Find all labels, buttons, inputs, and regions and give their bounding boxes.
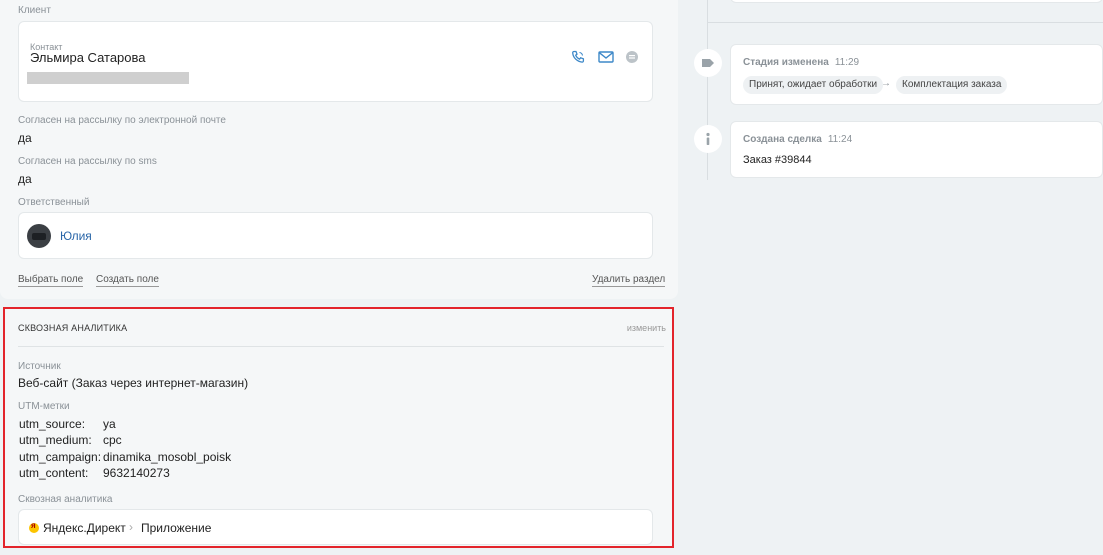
utm-value: cpc: [103, 433, 122, 447]
timeline-item-stage-changed: Стадия изменена 11:29 Принят, ожидает обр…: [730, 44, 1103, 105]
tag-icon: [694, 49, 722, 77]
chain-item-source: Яндекс.Директ: [43, 521, 126, 535]
utm-key: utm_source:: [19, 417, 86, 431]
chat-icon[interactable]: [624, 49, 640, 65]
source-value: Веб-сайт (Заказ через интернет-магазин): [18, 376, 249, 390]
utm-value: dinamika_mosobl_poisk: [103, 450, 232, 464]
email-consent-value: да: [18, 131, 32, 145]
analytics-chain-card[interactable]: Яндекс.Директ › Приложение: [18, 509, 653, 545]
utm-row-medium: utm_medium: cpc: [19, 433, 122, 447]
client-section-label: Клиент: [18, 5, 51, 16]
utm-row-campaign: utm_campaign: dinamika_mosobl_poisk: [19, 450, 231, 464]
chain-item-target: Приложение: [141, 521, 212, 535]
owner-card[interactable]: Юлия: [18, 212, 653, 259]
sms-consent-value: да: [18, 172, 32, 186]
phone-icon[interactable]: [570, 49, 586, 65]
timeline-item-deal-created: Создана сделка 11:24 Заказ #39844: [730, 121, 1103, 178]
deal-created-title: Создана сделка 11:24: [743, 134, 852, 145]
stage-changed-time: 11:29: [834, 57, 860, 68]
divider: [18, 346, 664, 347]
analytics-chain-label: Сквозная аналитика: [18, 494, 113, 505]
mail-icon[interactable]: [597, 49, 615, 65]
deal-created-text: Заказ #39844: [743, 154, 812, 166]
utm-key: utm_medium:: [19, 433, 92, 447]
timeline-line: [707, 0, 708, 180]
choose-field-link[interactable]: Выбрать поле: [18, 274, 84, 287]
utm-value: ya: [103, 417, 116, 431]
avatar: [27, 224, 51, 248]
stage-chip-to: Комплектация заказа: [896, 76, 1008, 94]
utm-key: utm_content:: [19, 466, 89, 480]
deal-created-time: 11:24: [827, 134, 853, 145]
utm-row-content: utm_content: 9632140273: [19, 466, 170, 480]
analytics-edit-link[interactable]: изменить: [627, 323, 666, 333]
utm-label: UTM-метки: [18, 401, 70, 412]
stage-chip-from: Принят, ожидает обработки: [743, 76, 884, 94]
yandex-direct-icon: [29, 521, 39, 533]
stage-changed-title: Стадия изменена 11:29: [743, 57, 859, 68]
source-label: Источник: [18, 361, 61, 372]
sms-consent-label: Согласен на рассылку по sms: [18, 156, 157, 167]
end-to-end-analytics-section: Сквозная аналитика изменить Источник Веб…: [3, 307, 674, 548]
stage-changed-label: Стадия изменена: [743, 57, 829, 68]
timeline-card-partial: [730, 0, 1103, 3]
utm-key: utm_campaign:: [19, 450, 102, 464]
utm-value: 9632140273: [103, 466, 170, 480]
owner-label: Ответственный: [18, 197, 90, 208]
masked-phone-placeholder: [27, 72, 189, 84]
info-icon: [694, 125, 722, 153]
client-section: Клиент Контакт Эльмира Сатарова Согласен…: [0, 0, 678, 299]
owner-name[interactable]: Юлия: [60, 229, 92, 243]
email-consent-label: Согласен на рассылку по электронной почт…: [18, 115, 226, 126]
utm-row-source: utm_source: ya: [19, 417, 116, 431]
contact-name[interactable]: Эльмира Сатарова: [30, 50, 146, 65]
arrow-right-icon: →: [881, 78, 891, 89]
analytics-title: Сквозная аналитика: [18, 323, 128, 333]
contact-card[interactable]: Контакт Эльмира Сатарова: [18, 21, 653, 102]
deal-created-label: Создана сделка: [743, 134, 822, 145]
delete-section-link[interactable]: Удалить раздел: [592, 274, 666, 287]
create-field-link[interactable]: Создать поле: [96, 274, 159, 287]
timeline-separator: [708, 22, 1103, 23]
chevron-right-icon: ›: [129, 520, 133, 534]
